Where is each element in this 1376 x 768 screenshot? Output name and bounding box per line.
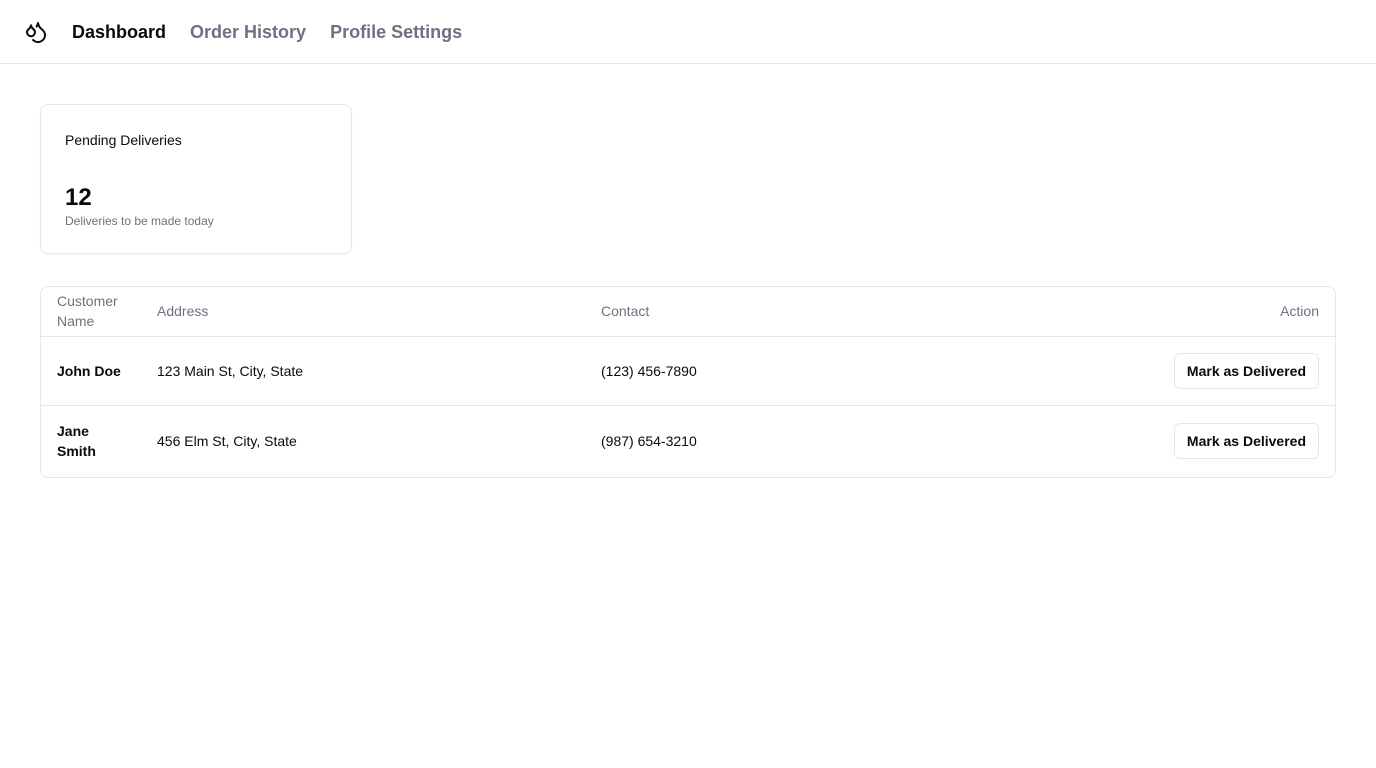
deliveries-table: Customer Name Address Contact Action Joh… (40, 286, 1336, 478)
customer-contact: (987) 654-3210 (601, 433, 697, 450)
nav-link-profile-settings[interactable]: Profile Settings (330, 22, 462, 43)
main-nav: Dashboard Order History Profile Settings (72, 0, 462, 64)
header-contact: Contact (601, 303, 650, 320)
card-description: Deliveries to be made today (65, 214, 214, 228)
top-navigation-bar: Dashboard Order History Profile Settings (0, 0, 1376, 64)
customer-contact: (123) 456-7890 (601, 362, 697, 379)
table-row: Jane Smith 456 Elm St, City, State (987)… (41, 405, 1335, 477)
customer-address: 456 Elm St, City, State (157, 433, 297, 450)
card-title: Pending Deliveries (65, 132, 182, 148)
action-cell: Mark as Delivered (1029, 405, 1335, 477)
customer-address: 123 Main St, City, State (157, 362, 304, 379)
pending-deliveries-card: Pending Deliveries 12 Deliveries to be m… (40, 104, 352, 254)
mark-delivered-button[interactable]: Mark as Delivered (1173, 423, 1319, 460)
action-cell: Mark as Delivered (1029, 336, 1335, 405)
header-address: Address (157, 303, 209, 320)
pending-count: 12 (65, 184, 92, 211)
droplets-icon[interactable] (24, 20, 48, 44)
nav-link-order-history[interactable]: Order History (190, 22, 306, 43)
nav-link-dashboard[interactable]: Dashboard (72, 22, 166, 43)
header-action: Action (1280, 303, 1319, 320)
table-row: John Doe 123 Main St, City, State (123) … (41, 336, 1335, 405)
customer-name: Jane Smith (57, 423, 96, 460)
table-header-row: Customer Name Address Contact Action (41, 287, 1335, 336)
header-customer-name: Customer Name (57, 293, 118, 330)
customer-name: John Doe (57, 362, 121, 379)
mark-delivered-button[interactable]: Mark as Delivered (1173, 352, 1319, 389)
